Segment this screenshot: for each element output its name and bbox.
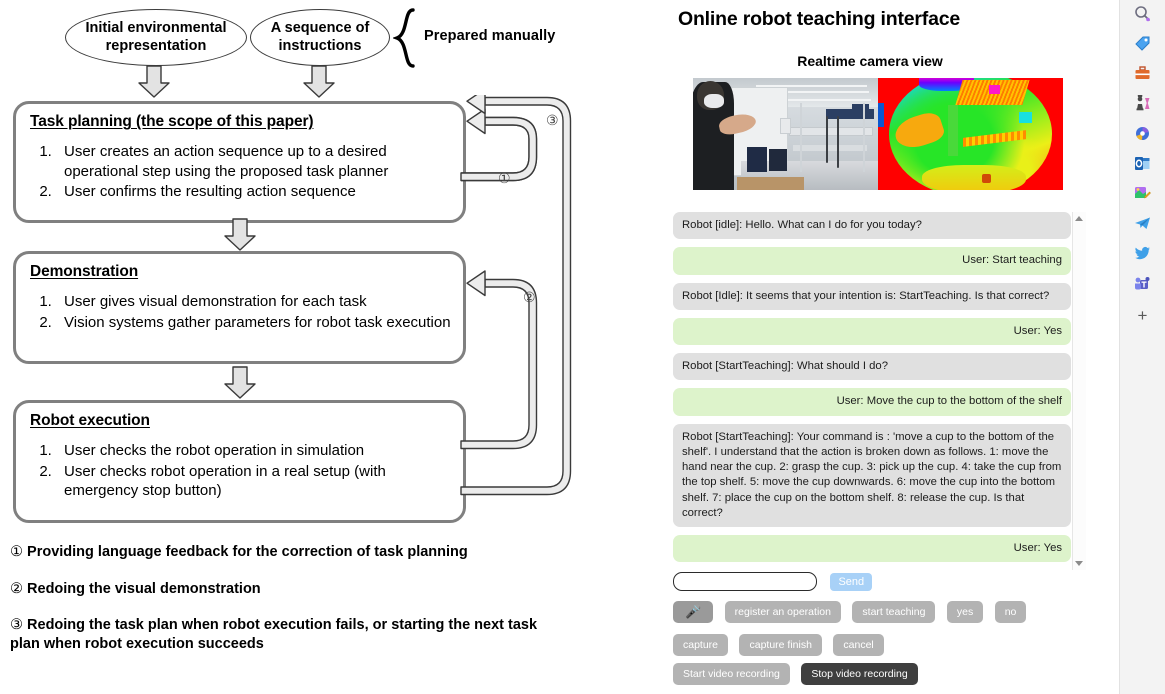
arrow-down-icon	[138, 65, 170, 98]
arrow-down-icon	[224, 366, 256, 399]
send-button[interactable]: Send	[830, 572, 873, 591]
chat-message-user: User: Move the cup to the bottom of the …	[673, 388, 1071, 416]
list-item: Vision systems gather parameters for rob…	[56, 313, 451, 333]
legend-text-1: Providing language feedback for the corr…	[27, 544, 468, 560]
process-flow-diagram: Initial environmental representation A s…	[0, 0, 660, 694]
feedback-loop-arrows	[460, 95, 572, 496]
stage-box-task-planning: Task planning (the scope of this paper) …	[13, 101, 466, 223]
legend-text-2: Redoing the visual demonstration	[27, 581, 261, 597]
start-video-recording-button[interactable]: Start video recording	[673, 663, 790, 685]
quick-action-row-capture: capture capture finish cancel	[673, 634, 891, 656]
curly-brace-icon	[393, 8, 415, 68]
teams-icon[interactable]	[1120, 270, 1165, 296]
input-ellipse-instructions: A sequence of instructions	[250, 9, 390, 66]
message-input-row: Send	[673, 572, 873, 591]
page-title: Online robot teaching interface	[678, 8, 961, 30]
chess-piece-icon[interactable]	[1120, 90, 1165, 116]
chat-message-robot: Robot [Idle]: It seems that your intenti…	[673, 282, 1071, 310]
paint-icon[interactable]	[1120, 180, 1165, 206]
chat-message-user: User: Yes	[673, 535, 1071, 563]
scroll-up-icon[interactable]	[1075, 216, 1083, 221]
chat-message-user: User: Start teaching	[673, 247, 1071, 275]
message-input[interactable]	[673, 572, 817, 591]
capture-button[interactable]: capture	[673, 634, 729, 656]
stage-title-demonstration: Demonstration	[30, 263, 139, 280]
chat-log[interactable]: Robot [idle]: Hello. What can I do for y…	[673, 212, 1088, 570]
briefcase-icon[interactable]	[1120, 60, 1165, 86]
list-item: User checks robot operation in a real se…	[56, 462, 451, 501]
legend-marker-3: ③	[10, 617, 23, 633]
legend-marker-1: ①	[10, 544, 23, 560]
search-icon[interactable]	[1120, 0, 1165, 26]
start-teaching-button[interactable]: start teaching	[852, 601, 936, 623]
twitter-icon[interactable]	[1120, 240, 1165, 266]
arrow-down-icon	[224, 218, 256, 251]
no-button[interactable]: no	[994, 601, 1027, 623]
depth-camera-view	[878, 78, 1063, 190]
rgb-camera-view	[693, 78, 878, 190]
chat-message-user: User: Yes	[673, 317, 1071, 345]
loop-marker-2: ②	[523, 289, 536, 305]
stage-list-demonstration: User gives visual demonstration for each…	[30, 292, 451, 332]
yes-button[interactable]: yes	[946, 601, 984, 623]
cancel-button[interactable]: cancel	[833, 634, 884, 656]
chat-message-robot: Robot [StartTeaching]: What should I do?	[673, 353, 1071, 381]
legend-entry-1: ① Providing language feedback for the co…	[10, 543, 468, 562]
stage-title-robot-execution: Robot execution	[30, 412, 150, 429]
list-item: User checks the robot operation in simul…	[56, 441, 451, 461]
camera-section-title: Realtime camera view	[797, 53, 943, 69]
tag-icon[interactable]	[1120, 30, 1165, 56]
legend-entry-3: ③ Redoing the task plan when robot execu…	[10, 616, 540, 653]
microphone-icon: 🎤	[685, 604, 702, 619]
input-ellipse-environment: Initial environmental representation	[65, 9, 247, 66]
outlook-icon[interactable]	[1120, 150, 1165, 176]
capture-finish-button[interactable]: capture finish	[739, 634, 822, 656]
list-item: User confirms the resulting action seque…	[56, 182, 451, 202]
stage-title-task-planning: Task planning (the scope of this paper)	[30, 113, 314, 130]
stop-video-recording-button[interactable]: Stop video recording	[801, 663, 918, 685]
chat-message-robot: Robot [idle]: Hello. What can I do for y…	[673, 212, 1071, 240]
legend-entry-2: ② Redoing the visual demonstration	[10, 580, 261, 599]
list-item: User creates an action sequence up to a …	[56, 142, 451, 181]
stage-box-demonstration: Demonstration User gives visual demonstr…	[13, 251, 466, 364]
icon-sidebar: +	[1119, 0, 1165, 694]
register-an-operation-button[interactable]: register an operation	[724, 601, 841, 623]
quick-action-row-video: Start video recording Stop video recordi…	[673, 663, 925, 685]
prepared-manually-label: Prepared manually	[424, 28, 556, 44]
stage-list-robot-execution: User checks the robot operation in simul…	[30, 441, 451, 501]
telegram-icon[interactable]	[1120, 210, 1165, 236]
list-item: User gives visual demonstration for each…	[56, 292, 451, 312]
chat-scrollbar[interactable]	[1072, 212, 1086, 570]
quick-action-row-primary: 🎤 register an operation start teaching y…	[673, 601, 1033, 623]
robot-teaching-panel: Online robot teaching interface Realtime…	[660, 0, 1120, 694]
legend-marker-2: ②	[10, 581, 23, 597]
scroll-down-icon[interactable]	[1075, 561, 1083, 566]
legend-text-3: Redoing the task plan when robot executi…	[10, 617, 538, 652]
add-icon[interactable]: +	[1120, 302, 1165, 328]
loop-marker-1: ①	[498, 170, 511, 186]
chat-message-robot: Robot [StartTeaching]: Your command is :…	[673, 423, 1071, 527]
input-ellipse-environment-label: Initial environmental representation	[85, 20, 227, 54]
input-ellipse-instructions-label: A sequence of instructions	[270, 20, 370, 54]
microphone-button[interactable]: 🎤	[673, 601, 714, 623]
stage-box-robot-execution: Robot execution User checks the robot op…	[13, 400, 466, 523]
loop-marker-3: ③	[546, 112, 559, 128]
add-icon-glyph: +	[1137, 305, 1148, 325]
arrow-down-icon	[303, 65, 335, 98]
camera-aperture-icon[interactable]	[1120, 120, 1165, 146]
camera-views	[693, 78, 1063, 190]
stage-list-task-planning: User creates an action sequence up to a …	[30, 142, 451, 202]
